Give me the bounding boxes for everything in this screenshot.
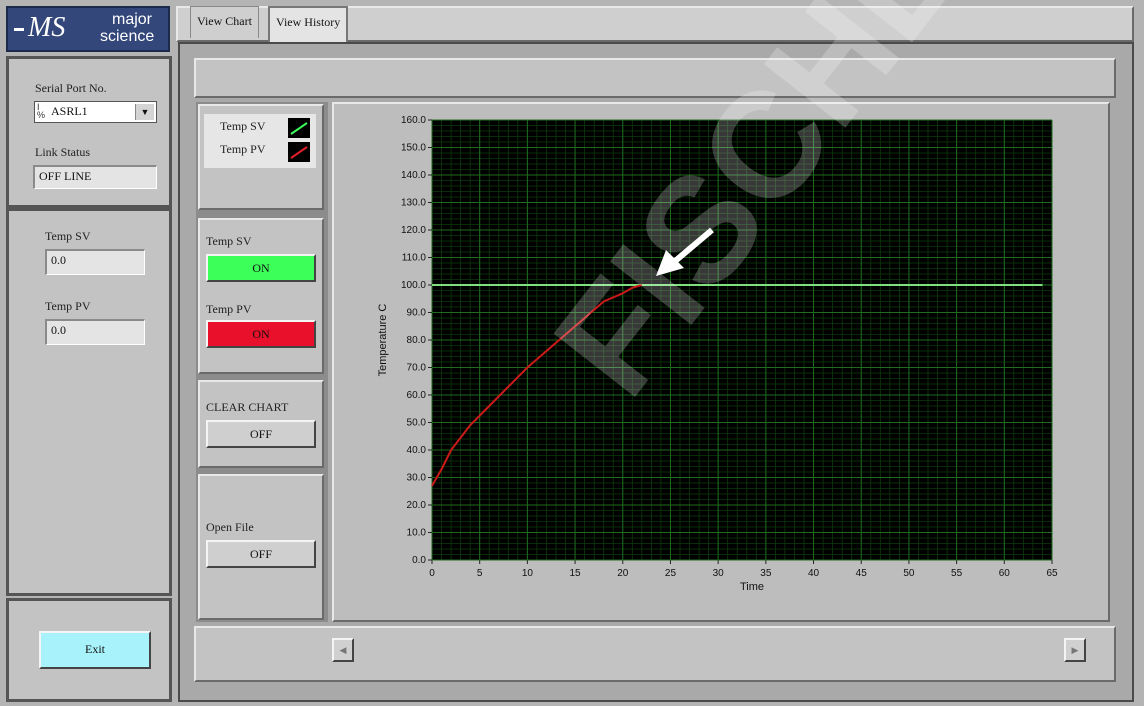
y-tick-label: 140.0 <box>401 170 426 181</box>
chevron-down-icon[interactable]: ▼ <box>135 104 154 120</box>
y-tick-label: 150.0 <box>401 143 426 154</box>
clear-chart-button[interactable]: OFF <box>206 420 316 448</box>
x-tick-label: 55 <box>951 568 963 579</box>
io-icon: I% <box>37 102 46 120</box>
link-status-field: OFF LINE <box>33 165 157 189</box>
legend-swatch-sv <box>288 118 310 138</box>
arrow-right-icon: ▶ <box>1071 645 1079 655</box>
y-tick-label: 80.0 <box>407 335 427 346</box>
clear-chart-box: CLEAR CHART OFF <box>198 380 324 468</box>
scroll-panel: ◀ ▶ <box>194 626 1116 682</box>
y-tick-label: 50.0 <box>407 418 427 429</box>
temp-sv-label: Temp SV <box>45 229 91 243</box>
annotation-arrow <box>656 227 714 276</box>
temperature-chart: 0 5 10 15 20 25 30 35 40 45 50 55 60 65 0.0 10.0 20.0 30.… <box>377 115 1058 593</box>
temp-sv-toggle[interactable]: ON <box>206 254 316 282</box>
toggles-box: Temp SV ON Temp PV ON <box>198 218 324 374</box>
top-bar <box>194 58 1116 98</box>
legend-label-sv: Temp SV <box>220 119 266 133</box>
legend-box: Temp SV Temp PV <box>198 104 324 210</box>
exit-button[interactable]: Exit <box>39 631 151 669</box>
toggle-sv-label: Temp SV <box>206 234 252 248</box>
tab-view-history[interactable]: View History <box>268 6 349 44</box>
serial-panel: Serial Port No. I% ASRL1 ▼ Link Status O… <box>6 56 172 208</box>
x-tick-label: 10 <box>522 568 534 579</box>
x-tick-label: 45 <box>856 568 868 579</box>
scroll-left-button[interactable]: ◀ <box>332 638 354 662</box>
x-tick-label: 20 <box>617 568 629 579</box>
x-tick-label: 60 <box>999 568 1011 579</box>
legend-label-pv: Temp PV <box>220 142 266 156</box>
x-tick-label: 30 <box>713 568 725 579</box>
y-tick-label: 160.0 <box>401 115 426 126</box>
y-tick-label: 20.0 <box>407 500 427 511</box>
y-axis-label: Temperature C <box>377 304 389 377</box>
y-tick-label: 40.0 <box>407 445 427 456</box>
y-tick-label: 0.0 <box>412 555 426 566</box>
logo-mark: MS <box>28 12 66 43</box>
exit-panel: Exit <box>6 598 172 702</box>
x-axis-label: Time <box>740 581 764 593</box>
logo-line2: science <box>100 28 155 45</box>
open-file-label: Open File <box>206 520 254 534</box>
x-tick-label: 25 <box>665 568 677 579</box>
legend-inner: Temp SV Temp PV <box>204 114 316 168</box>
x-tick-label: 0 <box>429 568 435 579</box>
x-tick-label: 15 <box>570 568 582 579</box>
serial-port-label: Serial Port No. <box>35 81 107 95</box>
y-tick-label: 70.0 <box>407 363 427 374</box>
toggle-pv-label: Temp PV <box>206 302 252 316</box>
open-file-button[interactable]: OFF <box>206 540 316 568</box>
tab-view-chart[interactable]: View Chart <box>190 6 259 38</box>
scroll-right-button[interactable]: ▶ <box>1064 638 1086 662</box>
x-tick-label: 40 <box>808 568 820 579</box>
y-tick-label: 30.0 <box>407 473 427 484</box>
temp-pv-field: 0.0 <box>45 319 145 345</box>
temp-pv-toggle[interactable]: ON <box>206 320 316 348</box>
control-column: Temp SV Temp PV Temp SV ON Temp PV ON CL… <box>196 102 328 622</box>
temp-pv-label: Temp PV <box>45 299 91 313</box>
y-tick-label: 10.0 <box>407 528 427 539</box>
open-file-box: Open File OFF <box>198 474 324 620</box>
y-tick-label: 100.0 <box>401 280 426 291</box>
logo-line1: major <box>112 11 153 28</box>
chart-frame: 0 5 10 15 20 25 30 35 40 45 50 55 60 65 0.0 10.0 20.0 30.… <box>332 102 1110 622</box>
main-area: View Chart View History Temp SV Temp PV <box>176 6 1136 704</box>
x-tick-label: 65 <box>1046 568 1058 579</box>
y-tick-label: 130.0 <box>401 198 426 209</box>
arrow-left-icon: ◀ <box>339 645 347 655</box>
legend-swatch-pv <box>288 142 310 162</box>
logo-dash <box>14 28 24 31</box>
serial-port-value: ASRL1 <box>51 104 88 118</box>
main-body: Temp SV Temp PV Temp SV ON Temp PV ON CL… <box>178 42 1134 702</box>
clear-chart-label: CLEAR CHART <box>206 400 289 414</box>
x-tick-label: 35 <box>760 568 772 579</box>
temp-sv-field: 0.0 <box>45 249 145 275</box>
serial-port-select[interactable]: I% ASRL1 ▼ <box>34 101 157 123</box>
logo: MS major science <box>6 6 170 52</box>
y-tick-label: 110.0 <box>402 253 427 264</box>
x-tick-label: 5 <box>477 568 483 579</box>
y-tick-label: 90.0 <box>407 308 427 319</box>
x-tick-label: 50 <box>903 568 915 579</box>
link-status-label: Link Status <box>35 145 91 159</box>
y-tick-label: 60.0 <box>407 390 427 401</box>
y-tick-label: 120.0 <box>401 225 426 236</box>
readings-panel: Temp SV 0.0 Temp PV 0.0 <box>6 208 172 596</box>
